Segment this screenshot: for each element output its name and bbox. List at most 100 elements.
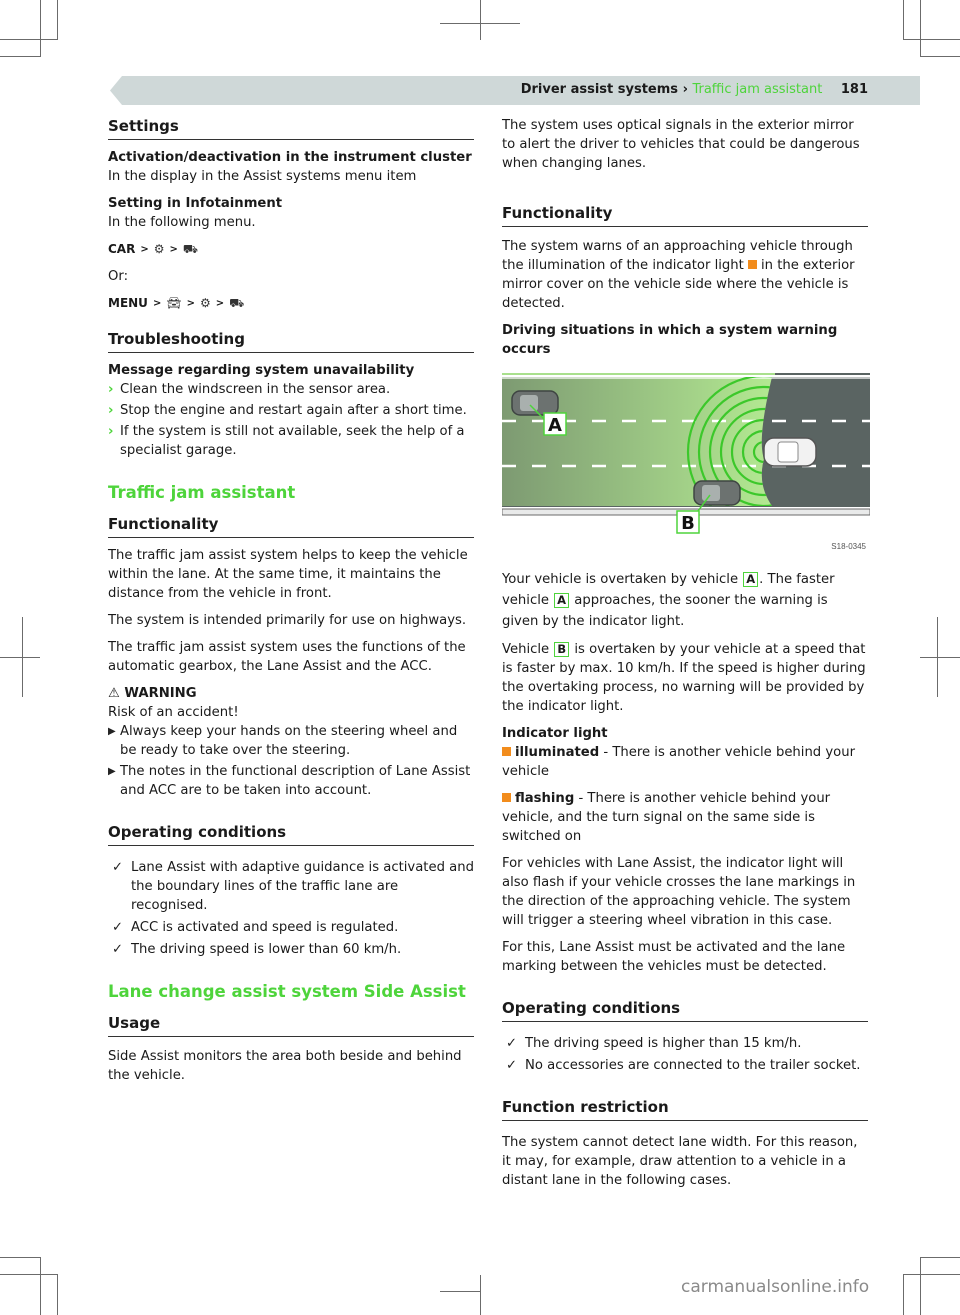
crop-mark <box>920 56 960 57</box>
own-vehicle <box>763 437 817 467</box>
paragraph: The system is intended primarily for use… <box>108 613 467 628</box>
assist-systems-icon: ⛟ <box>229 296 245 310</box>
crop-mark <box>903 0 904 40</box>
list-item: › Stop the engine and restart again after… <box>108 403 467 418</box>
car-menu-label: CAR <box>108 242 136 256</box>
paragraph: The traffic jam assist system helps to k… <box>108 548 468 601</box>
crop-mark <box>0 657 40 658</box>
chevron-right-icon: › <box>108 403 114 418</box>
chevron-right-icon: › <box>108 424 114 439</box>
crop-mark <box>0 39 57 40</box>
checkmark-icon: ✓ <box>112 942 124 957</box>
functionality-heading: Functionality <box>108 514 474 538</box>
breadcrumb: Driver assist systems › Traffic jam assi… <box>521 82 868 97</box>
lane-assist-paragraph: For vehicles with Lane Assist, the indic… <box>502 856 856 928</box>
crop-mark <box>40 0 41 57</box>
car-icon: 🚘︎ <box>166 296 182 310</box>
crop-mark <box>903 1274 960 1275</box>
list-item: ▶ Always keep your hands on the steering … <box>108 724 458 758</box>
situations-title: Driving situations in which a system war… <box>502 323 838 357</box>
crop-mark <box>0 56 40 57</box>
paragraph: The traffic jam assist system uses the f… <box>108 640 466 674</box>
conditions-list: ✓ Lane Assist with adaptive guidance is a… <box>108 858 474 959</box>
chevron-right-icon: › <box>108 382 114 397</box>
activation-text: In the display in the Assist systems men… <box>108 169 417 184</box>
checkmark-icon: ✓ <box>112 860 124 875</box>
indicator-light-icon <box>748 260 757 269</box>
road-diagram: A B S18-0345 <box>501 369 871 553</box>
path-separator: > <box>215 298 225 309</box>
path-separator: > <box>186 298 195 309</box>
vehicle-b-text: Vehicle B is overtaken by your vehicle a… <box>502 642 866 714</box>
menu-label: MENU <box>108 296 148 310</box>
settings-icon: ⚙ <box>153 242 165 256</box>
list-item: › If the system is still not available, s… <box>108 424 465 458</box>
label-a-tag: A <box>743 572 759 587</box>
path-separator: > <box>152 298 162 309</box>
operating-conditions-heading: Operating conditions <box>108 822 474 846</box>
assist-systems-icon: ⛟ <box>182 242 198 256</box>
warning-list: ▶ Always keep your hands on the steering … <box>108 722 474 800</box>
page-number: 181 <box>840 82 868 97</box>
list-item: ✓ Lane Assist with adaptive guidance is a… <box>112 860 474 913</box>
warning-intro: Risk of an accident! <box>108 705 239 720</box>
usage-text: Side Assist monitors the area both besid… <box>108 1049 462 1083</box>
or-text: Or: <box>108 269 129 284</box>
traffic-jam-title: Traffic jam assistant <box>108 483 296 502</box>
breadcrumb-section[interactable]: Traffic jam assistant <box>692 82 822 97</box>
crop-mark <box>0 1274 57 1275</box>
triangle-right-icon: ▶ <box>108 726 116 737</box>
label-b: B <box>681 513 695 534</box>
crop-mark <box>480 0 481 40</box>
side-assist-figure: A B S18-0345 <box>501 369 871 553</box>
functionality-heading: Functionality <box>502 203 868 227</box>
label-b-tag: B <box>554 642 570 657</box>
crop-mark <box>937 617 938 697</box>
crop-mark <box>0 1257 40 1258</box>
intro-text: The system uses optical signals in the e… <box>502 118 860 171</box>
list-item: ✓ ACC is activated and speed is regulated… <box>112 920 399 935</box>
infotainment-text: In the following menu. <box>108 215 256 230</box>
indicator-light-icon <box>502 747 511 756</box>
crop-mark <box>480 1275 481 1315</box>
side-assist-title: Lane change assist system Side Assist <box>108 982 466 1001</box>
right-column: The system uses optical signals in the e… <box>501 116 871 1198</box>
crop-mark <box>920 1257 960 1258</box>
operating-conditions-heading: Operating conditions <box>502 998 868 1022</box>
list-item: › Clean the windscreen in the sensor area… <box>108 382 391 397</box>
warning-icon: ⚠ <box>108 686 120 701</box>
triangle-right-icon: ▶ <box>108 766 116 777</box>
list-item: ✓ The driving speed is lower than 60 km/h… <box>112 942 402 957</box>
crop-mark <box>920 657 960 658</box>
crop-mark <box>920 1257 921 1315</box>
settings-icon: ⚙ <box>199 296 211 310</box>
checkmark-icon: ✓ <box>506 1036 518 1051</box>
usage-heading: Usage <box>108 1013 474 1037</box>
vehicle-a-text: Your vehicle is overtaken by vehicle A. … <box>502 572 835 629</box>
figure-code: S18-0345 <box>831 542 866 551</box>
troubleshooting-list: › Clean the windscreen in the sensor area… <box>108 380 474 460</box>
list-item: ▶ The notes in the functional description… <box>108 764 471 798</box>
crop-mark <box>22 617 23 697</box>
function-restriction-heading: Function restriction <box>502 1097 868 1121</box>
list-item: ✓ No accessories are connected to the tra… <box>506 1058 861 1073</box>
menu-path-menu: MENU > 🚘︎ > ⚙ > ⛟ <box>108 294 474 313</box>
menu-path-car: CAR > ⚙ > ⛟ <box>108 240 474 259</box>
label-a-tag: A <box>554 593 570 608</box>
conditions-list: ✓ The driving speed is higher than 15 km/… <box>502 1034 868 1075</box>
functionality-text: The system warns of an approaching vehic… <box>502 239 855 311</box>
indicator-light-title: Indicator light <box>502 726 608 741</box>
checkmark-icon: ✓ <box>112 920 124 935</box>
breadcrumb-chapter[interactable]: Driver assist systems <box>521 82 678 97</box>
crop-mark <box>57 0 58 40</box>
checkmark-icon: ✓ <box>506 1058 518 1073</box>
flashing-text: flashing - There is another vehicle behi… <box>502 791 831 844</box>
path-separator: > <box>169 244 178 255</box>
crop-mark <box>40 1257 41 1315</box>
left-column: Settings Activation/deactivation in the … <box>108 116 474 1093</box>
troubleshooting-heading: Troubleshooting <box>108 329 474 353</box>
restriction-text: The system cannot detect lane width. For… <box>502 1135 858 1188</box>
label-a: A <box>548 415 562 436</box>
breadcrumb-separator: › <box>682 82 688 97</box>
path-separator: > <box>140 244 149 255</box>
